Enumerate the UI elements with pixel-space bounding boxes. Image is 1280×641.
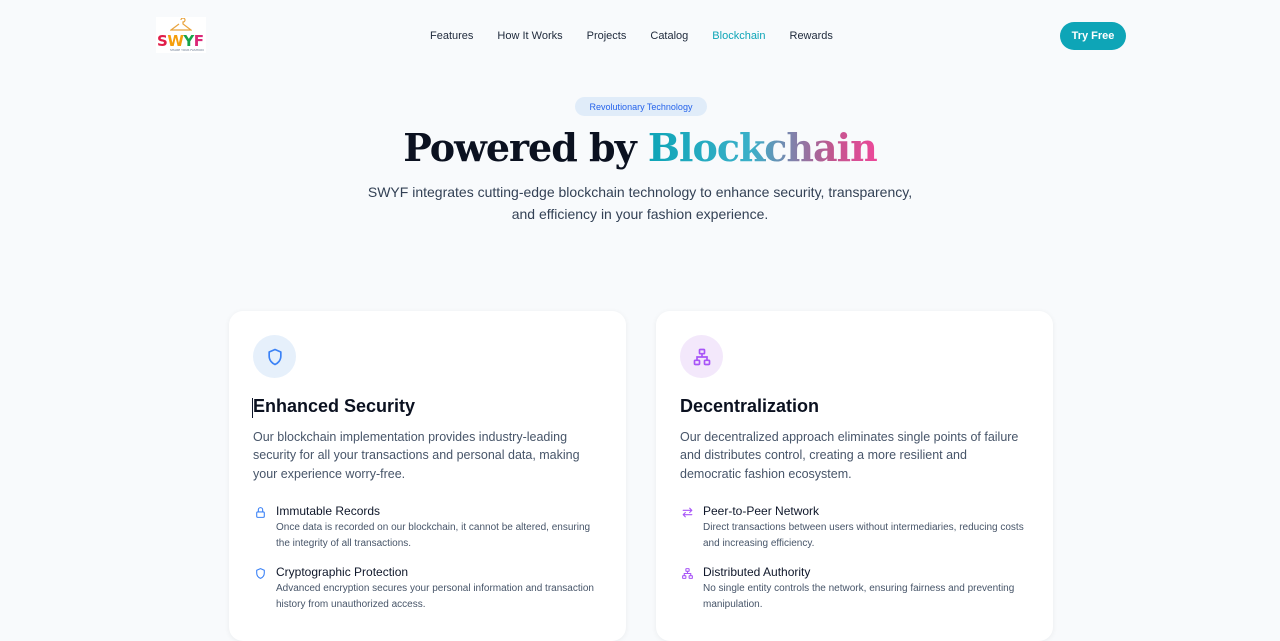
network-icon xyxy=(680,566,694,580)
swyf-logo[interactable]: SWYF SHARE YOUR FASHION xyxy=(156,17,206,53)
enhanced-security-card: Enhanced Security Our blockchain impleme… xyxy=(229,311,626,641)
hanger-icon xyxy=(170,18,192,31)
card-title: Enhanced Security xyxy=(253,396,416,416)
title-plain: Powered by xyxy=(403,125,648,170)
nav-link-features[interactable]: Features xyxy=(430,28,473,44)
hero-subtitle-line-1: SWYF integrates cutting-edge blockchain … xyxy=(367,184,913,200)
nav-links: Features How It Works Projects Catalog B… xyxy=(430,28,857,44)
feature-title: Cryptographic Protection xyxy=(276,565,409,579)
card-title: Decentralization xyxy=(680,396,820,416)
nav-link-blockchain[interactable]: Blockchain xyxy=(712,28,765,44)
nav-link-catalog[interactable]: Catalog xyxy=(650,28,688,44)
feature-title: Peer-to-Peer Network xyxy=(703,504,820,518)
hero-subtitle: SWYF integrates cutting-edge blockchain … xyxy=(340,182,940,225)
card-description: Our blockchain implementation provides i… xyxy=(253,430,580,481)
network-icon xyxy=(680,335,723,378)
feature-description: Direct transactions between users withou… xyxy=(703,522,1024,549)
nav-link-how-it-works[interactable]: How It Works xyxy=(497,28,562,44)
top-navigation: SWYF SHARE YOUR FASHION Features How It … xyxy=(0,0,1280,72)
arrows-exchange-icon xyxy=(680,505,694,519)
decentralization-card: Decentralization Our decentralized appro… xyxy=(656,311,1053,641)
page-title: Powered by Blockchain xyxy=(0,124,1280,172)
card-description: Our decentralized approach eliminates si… xyxy=(680,430,1019,481)
nav-link-rewards[interactable]: Rewards xyxy=(790,28,833,44)
nav-link-projects[interactable]: Projects xyxy=(587,28,627,44)
revolutionary-technology-badge: Revolutionary Technology xyxy=(575,97,707,116)
feature-title: Distributed Authority xyxy=(703,565,811,579)
feature-description: No single entity controls the network, e… xyxy=(703,583,1015,610)
hero-subtitle-line-2: and efficiency in your fashion experienc… xyxy=(511,205,769,222)
shield-icon xyxy=(253,566,267,580)
lock-icon xyxy=(253,505,267,519)
feature-description: Advanced encryption secures your persona… xyxy=(276,583,594,610)
try-free-button[interactable]: Try Free xyxy=(1060,22,1126,50)
logo-tagline: SHARE YOUR FASHION xyxy=(170,48,204,52)
title-highlight: Blockchain xyxy=(647,125,878,170)
feature-title: Immutable Records xyxy=(276,504,381,518)
shield-icon xyxy=(253,335,296,378)
feature-description: Once data is recorded on our blockchain,… xyxy=(276,522,591,549)
